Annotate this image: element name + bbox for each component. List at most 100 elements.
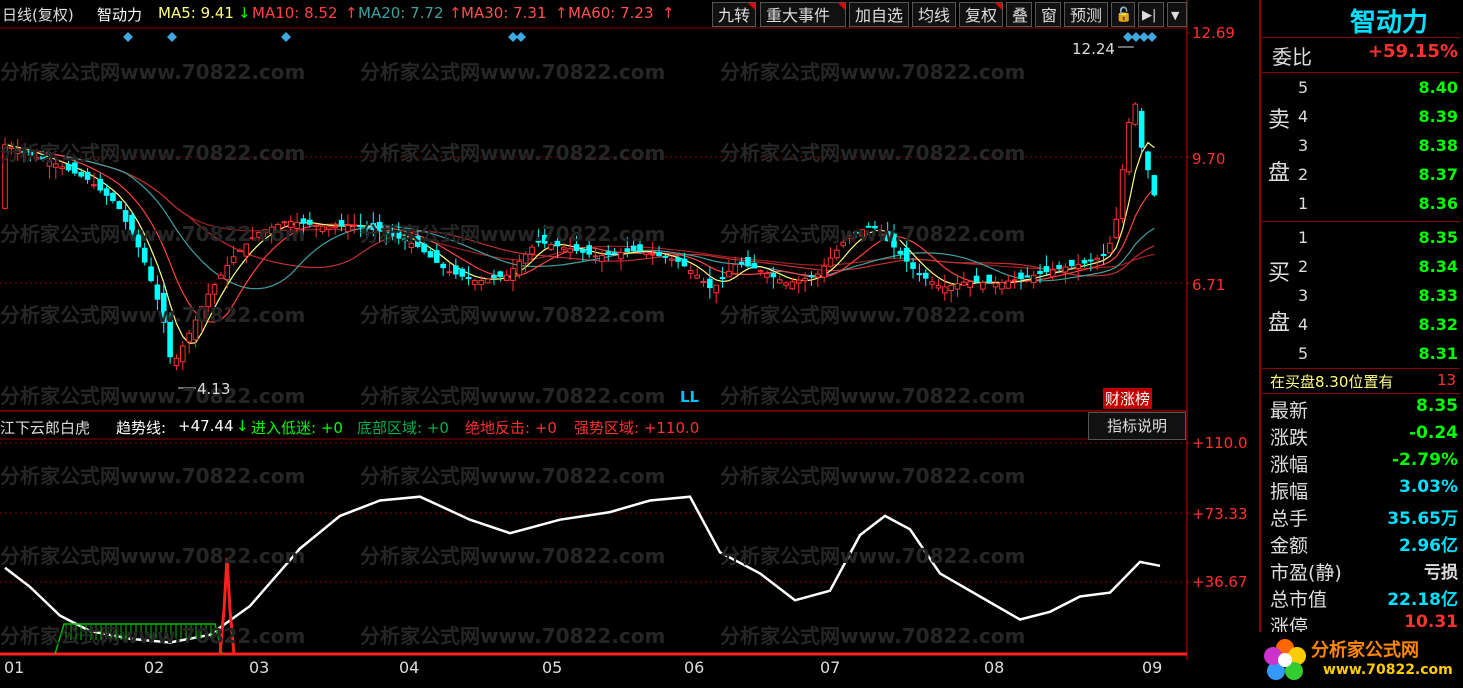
ma10-label: MA10: 8.52 [252,4,338,22]
weibi-label: 委比 [1272,45,1312,69]
x-tick-08: 08 [984,658,1005,677]
price-axis-low: 6.71 [1192,276,1226,294]
rise-ranking-badge[interactable]: 财涨榜 [1103,388,1153,409]
x-tick-05: 05 [542,658,563,677]
buy-row: 1 8.35 [1268,224,1458,253]
jiuzhuan-button[interactable]: 九转 [712,2,756,27]
divider [1262,368,1460,369]
rebound-label: 绝地反击: +0 [465,419,557,437]
add-watchlist-button[interactable]: 加自选 [849,2,909,27]
menu-button[interactable]: ▼ [1167,2,1187,27]
high-price-label: 12.24 [1072,40,1115,58]
sell-price: 8.40 [1418,78,1458,97]
sell-level: 1 [1298,194,1309,213]
watermark-text: 分析家公式网www.70822.com [360,464,666,488]
watermark-text: 分析家公式网www.70822.com [720,624,1026,648]
stat-label: 振幅 [1270,481,1309,503]
forecast-label: 预测 [1070,6,1103,25]
divider [1262,221,1460,222]
buy-price: 8.31 [1418,344,1458,363]
watermark-text: 分析家公式网www.70822.com [0,624,306,648]
watermark-text: 分析家公式网www.70822.com [720,384,1026,408]
sell-level: 2 [1298,165,1309,184]
watermark-text: 分析家公式网www.70822.com [720,464,1026,488]
bottom-area-label: 底部区域: +0 [357,419,449,437]
stat-row: 金额 2.96亿 [1268,531,1458,558]
sell-row: 5 8.40 [1268,74,1458,103]
brand-name: 分析家公式网 [1311,640,1419,661]
ma5-label: MA5: 9.41 [158,4,234,22]
watermark-text: 分析家公式网www.70822.com [360,141,666,165]
x-tick-03: 03 [249,658,270,677]
sell-level: 3 [1298,136,1309,155]
stat-row: 总市值 22.18亿 [1268,585,1458,612]
stat-value: 22.18亿 [1387,590,1458,610]
buy-price: 8.32 [1418,315,1458,334]
ma5-arrow: ↓ [238,4,251,22]
quote-stats: 最新 8.35 涨跌 -0.24 涨幅 -2.79% 振幅 3.03% 总手 35.65万 金额 2.… [1268,396,1458,638]
sell-price: 8.38 [1418,136,1458,155]
add-watchlist-label: 加自选 [855,6,904,25]
stat-value: -0.24 [1409,423,1458,443]
watermark-text: 分析家公式网www.70822.com [720,222,1026,246]
low-price-label: 4.13 [197,380,231,398]
watermark-text: 分析家公式网www.70822.com [360,303,666,327]
major-events-button[interactable]: 重大事件 [760,2,846,27]
watermark-text: 分析家公式网www.70822.com [0,60,306,84]
sell-row: 1 8.36 [1268,190,1458,219]
watermark-text: 分析家公式网www.70822.com [720,544,1026,568]
x-tick-01: 01 [4,658,25,677]
lock-button[interactable]: 🔓 [1111,2,1135,27]
stat-value: -2.79% [1391,450,1458,470]
stat-value: 10.31 [1404,612,1458,632]
stat-label: 涨幅 [1270,454,1309,476]
buy-level: 4 [1298,315,1309,334]
stock-chart-window: 分析家公式网www.70822.com 分析家公式网www.70822.com 分析… [0,0,1463,688]
ma10-arrow: ↑ [345,4,358,22]
buy-price: 8.34 [1418,257,1458,276]
ma-label: 均线 [918,6,951,25]
window-button[interactable]: 窗 [1035,2,1061,27]
sell-level: 5 [1298,78,1309,97]
buy-price: 8.35 [1418,228,1458,247]
stat-row: 振幅 3.03% [1268,477,1458,504]
adjust-button[interactable]: 复权 [959,2,1003,27]
sell-row: 3 8.38 [1268,132,1458,161]
overlay-button[interactable]: 叠 [1006,2,1032,27]
stat-value: 亏损 [1424,563,1458,583]
watermark-text: 分析家公式网www.70822.com [0,222,306,246]
buy-row: 3 8.33 [1268,282,1458,311]
sell-row: 2 8.37 [1268,161,1458,190]
ma20-arrow: ↑ [449,4,462,22]
weibi-row: 委比 +59.15% [1268,41,1458,69]
sell-price: 8.37 [1418,165,1458,184]
order-notice-count: 13 [1437,371,1457,389]
x-tick-07: 07 [820,658,841,677]
ma60-label: MA60: 7.23 [568,4,654,22]
buy-level: 5 [1298,344,1309,363]
watermark-text: 分析家公式网www.70822.com [720,303,1026,327]
trend-label: 趋势线: [116,419,167,437]
next-button[interactable]: ▶| [1138,2,1164,27]
watermark-text: 分析家公式网www.70822.com [360,624,666,648]
stat-label: 涨跌 [1270,427,1309,449]
skip-next-icon: ▶| [1142,8,1157,23]
stock-logo-title: 智动力 [1350,8,1429,38]
forecast-button[interactable]: 预测 [1064,2,1108,27]
stat-label: 市盈(静) [1270,562,1342,584]
stat-row: 最新 8.35 [1268,396,1458,423]
brand-logo: 分析家公式网 www.70822.com [1259,632,1463,688]
ind-axis-36: +36.67 [1192,573,1248,591]
trend-value: +47.44 [178,417,234,435]
stat-label: 最新 [1270,400,1309,422]
ma-button[interactable]: 均线 [912,2,956,27]
watermark-text: 分析家公式网www.70822.com [720,141,1026,165]
stat-label: 金额 [1270,535,1309,557]
watermark-text: 分析家公式网www.70822.com [720,60,1026,84]
watermark-text: 分析家公式网www.70822.com [360,60,666,84]
overlay-label: 叠 [1012,6,1029,25]
sell-row: 4 8.39 [1268,103,1458,132]
indicator-help-button[interactable]: 指标说明 [1088,412,1186,440]
buy-row: 2 8.34 [1268,253,1458,282]
order-notice: 在买盘8.30位置有 [1270,373,1394,391]
